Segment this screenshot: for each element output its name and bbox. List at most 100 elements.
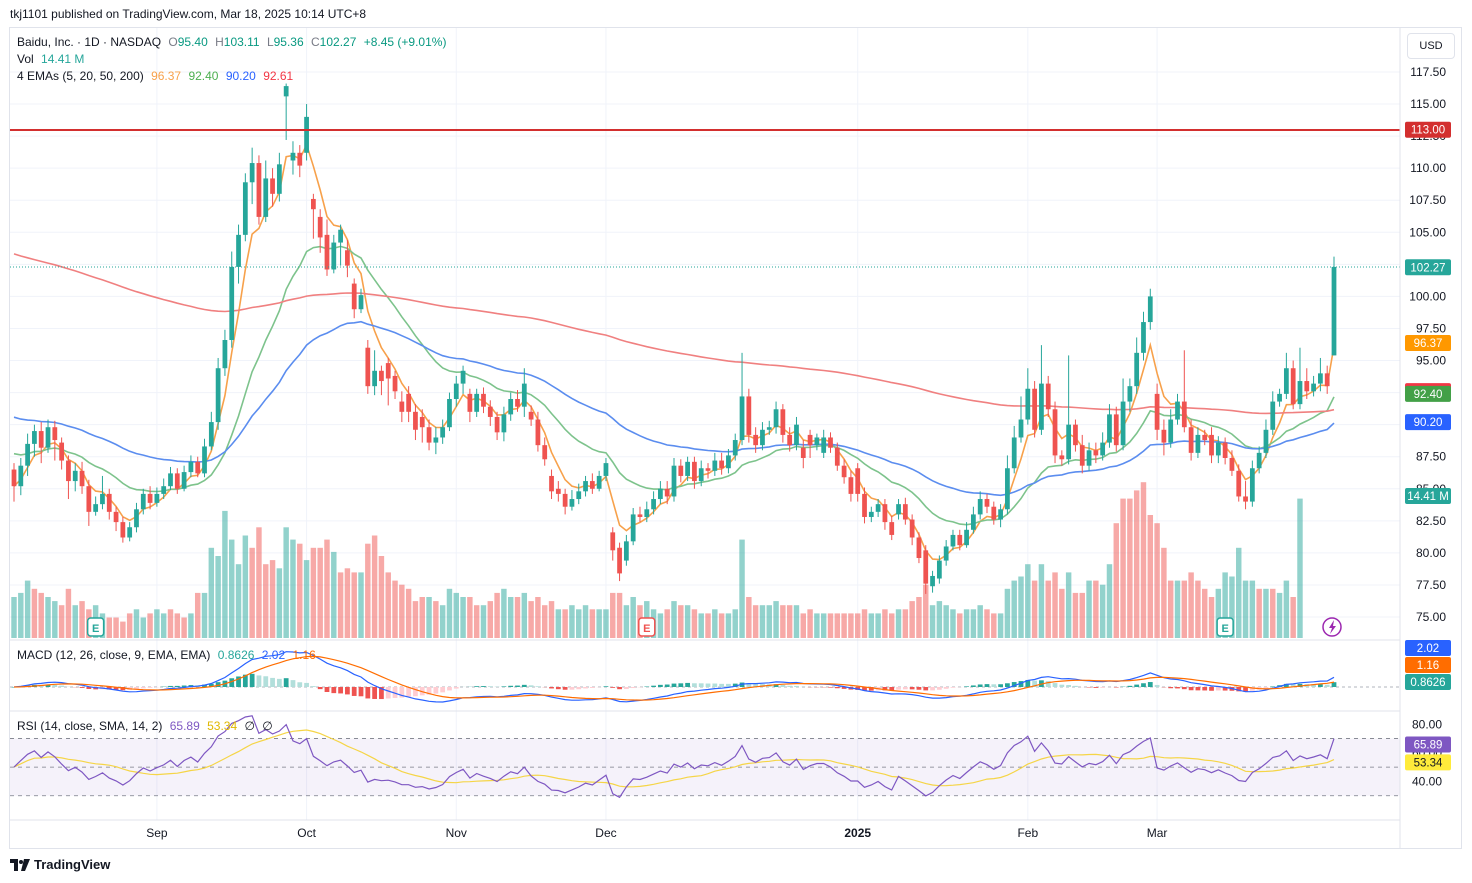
candle (583, 475, 588, 497)
volume-bar (473, 605, 480, 638)
candle-body (134, 509, 139, 528)
macd-legend[interactable]: MACD (12, 26, close, 9, EMA, EMA) 0.8626… (17, 648, 320, 662)
candle-body (140, 493, 146, 510)
candle (338, 224, 343, 266)
volume-bar (229, 539, 235, 638)
rsi-legend[interactable]: RSI (14, close, SMA, 14, 2) 65.89 53.34 … (17, 719, 277, 733)
volume-bar (916, 597, 922, 638)
macd-hist-value: 0.8626 (217, 648, 255, 662)
candle-body (1202, 434, 1208, 441)
candle-body (52, 427, 58, 441)
candle-body (562, 493, 568, 507)
candle (1181, 350, 1187, 433)
candle (1086, 442, 1092, 471)
volume-bar (576, 609, 582, 638)
candle-body (392, 375, 398, 392)
candle (181, 465, 187, 492)
candle-body (399, 401, 405, 412)
candle (1277, 388, 1282, 407)
volume-bar (58, 605, 65, 638)
volume-bar (181, 617, 187, 638)
candle (882, 499, 888, 530)
candle-body (154, 493, 160, 503)
volume-bar (1038, 564, 1045, 638)
volume-legend[interactable]: Vol 14.41 M (17, 52, 88, 66)
earnings-marker[interactable]: E (638, 617, 656, 637)
volume-bar (773, 601, 779, 638)
macd-histogram-bar (256, 675, 262, 687)
candle-body (487, 406, 493, 417)
candle-body (460, 370, 466, 384)
chart-canvas[interactable]: EEE 117.50115.00112.50110.00107.50105.00… (0, 0, 1472, 883)
price-badge-label: 65.89 (1414, 739, 1443, 751)
macd-histogram-bar (535, 686, 541, 687)
candle (1011, 425, 1017, 474)
candle (1154, 383, 1160, 441)
macd-histogram-bar (1141, 683, 1146, 687)
volume-bar (882, 609, 888, 638)
volume-bar (943, 605, 949, 638)
earnings-marker[interactable]: E (86, 617, 105, 637)
volume-bar (45, 597, 51, 638)
candle (739, 352, 745, 446)
macd-histogram-bar (916, 687, 922, 690)
candle (1222, 437, 1228, 465)
candle (977, 491, 983, 520)
macd-histogram-bar (828, 687, 833, 688)
macd-histogram-bar (515, 685, 520, 687)
macd-histogram-bar (977, 684, 983, 687)
candle-body (1243, 496, 1248, 502)
candle (760, 422, 765, 451)
currency-button[interactable]: USD (1407, 33, 1455, 59)
candle-body (1032, 388, 1037, 430)
rsi-extra-1: ∅ (244, 719, 255, 733)
macd-histogram-bar (304, 682, 309, 687)
rsi-axis[interactable]: 80.0060.0040.00 (1412, 717, 1442, 788)
candle-body (896, 504, 901, 515)
candle-body (1141, 322, 1146, 353)
price-badge-vol: 14.41 M (1405, 488, 1451, 504)
candle (379, 365, 384, 396)
candle-body (1127, 386, 1133, 402)
volume-bar (446, 588, 453, 638)
earnings-marker[interactable]: E (1216, 617, 1234, 637)
candle-body (331, 242, 337, 270)
ema-legend[interactable]: 4 EMAs (5, 20, 50, 200) 96.37 92.40 90.2… (17, 69, 297, 83)
macd-histogram-bar (283, 678, 289, 687)
time-axis[interactable]: Sep Oct Nov Dec 2025 Feb Mar (146, 826, 1167, 840)
volume-bar (365, 543, 371, 638)
price-tick-label: 115.00 (1410, 97, 1446, 111)
symbol-label[interactable]: Baidu, Inc. · 1D · NASDAQ (17, 35, 161, 49)
price-tick-label: 87.50 (1416, 450, 1446, 464)
volume-bar (263, 564, 269, 638)
macd-histogram-bar (555, 687, 561, 690)
low-label: L (266, 35, 274, 49)
volume-bar (1133, 490, 1140, 638)
candle-body (855, 468, 861, 494)
macd-histogram-bar (896, 687, 901, 690)
candle-body (1093, 450, 1099, 456)
macd-histogram-bar (270, 677, 275, 687)
candle-body (705, 468, 711, 471)
volume-bar (487, 601, 494, 638)
candle-body (345, 250, 350, 266)
candle-body (685, 461, 690, 476)
candle-body (603, 463, 609, 476)
volume-bar (317, 547, 323, 638)
rsi-value: 65.89 (169, 719, 200, 733)
flash-icon[interactable] (1322, 617, 1342, 637)
macd-histogram-bar (52, 684, 58, 687)
volume-bar (1018, 576, 1024, 638)
candle-body (787, 434, 793, 446)
candle (589, 473, 595, 494)
candle (630, 508, 636, 546)
macd-histogram-bar (290, 680, 296, 687)
volume-bar (616, 592, 623, 638)
candle-body (1256, 452, 1262, 469)
macd-histogram-bar (358, 687, 364, 697)
candle-body (229, 266, 235, 341)
volume-bar (623, 605, 630, 638)
volume-bar (671, 601, 677, 638)
candle-body (692, 461, 697, 482)
earnings-marker-label: E (92, 623, 99, 635)
